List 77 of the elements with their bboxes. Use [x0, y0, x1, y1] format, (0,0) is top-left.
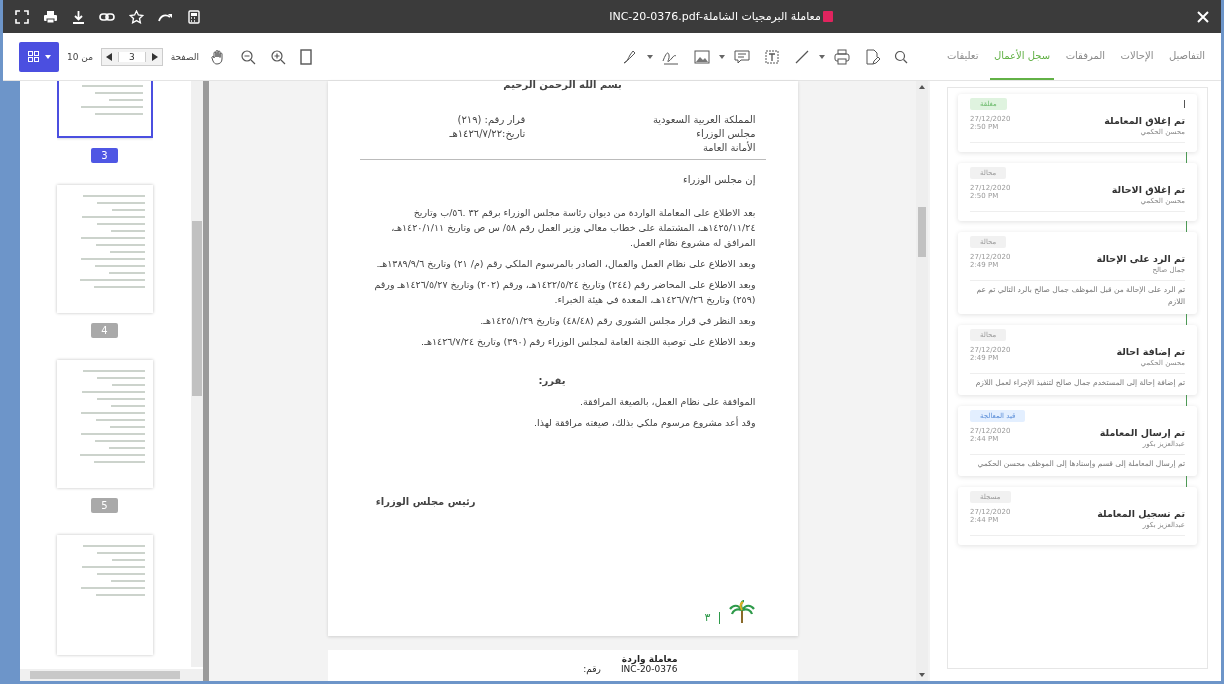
- caret-icon: [44, 54, 51, 59]
- star-icon[interactable]: [129, 9, 144, 24]
- pdf-file-icon: [822, 11, 833, 22]
- scrollbar-thumb[interactable]: [192, 221, 202, 396]
- paragraph: وقد أعد مشروع مرسوم ملكي بذلك، صيغته مرافقة لهذا.: [533, 415, 756, 430]
- text-box-icon[interactable]: [764, 48, 780, 65]
- download-icon[interactable]: [72, 9, 85, 24]
- section-heading: يقرر:: [537, 375, 567, 386]
- fullscreen-icon[interactable]: [15, 9, 29, 24]
- link-icon[interactable]: [99, 10, 115, 23]
- event-title: تم إغلاق الاحالة: [1111, 184, 1185, 195]
- page-thumbnail[interactable]: [56, 535, 153, 655]
- header-line: المملكة العربية السعودية: [652, 114, 756, 125]
- zoom-in-icon[interactable]: [270, 48, 286, 65]
- page-heading: معاملة واردة: [620, 654, 678, 664]
- paragraph: بعد الاطلاع على المعاملة الواردة من ديوان رئاسة مجلس الوزراء برقم ٣٢ .٥٦/ب وتاريخ ١٤٢٥/١١/٢٤هـ، المشتملة على خطاب معالي وزير العمل رقم ٥٨/ س ص وتاريخ ١٤٢٠/١/١١هـ، المرافق له مشروع نظام العمل.: [390, 206, 756, 250]
- paragraph: وبعد الاطلاع على توصية اللجنة العامة لمجلس الوزراء رقم (٣٩٠) وتاريخ ١٤٢٦/٧/٢٤هـ.: [420, 335, 756, 349]
- scrollbar[interactable]: [916, 81, 928, 681]
- paragraph: الموافقة على نظام العمل، بالصيغة المرافقة.: [579, 395, 756, 409]
- header-line: مجلس الوزراء: [695, 128, 756, 139]
- page-thumbnail[interactable]: [56, 185, 153, 313]
- tab[interactable]: التفاصيل: [1164, 33, 1209, 80]
- calculator-icon[interactable]: [188, 9, 200, 24]
- tab[interactable]: المرفقات: [1061, 33, 1110, 80]
- event-title: تم إغلاق المعاملة: [1104, 115, 1185, 126]
- dropdown-caret-icon[interactable]: [647, 54, 653, 59]
- page-icon[interactable]: [300, 48, 312, 65]
- close-icon[interactable]: [1197, 10, 1209, 23]
- edit-document-icon[interactable]: [864, 48, 880, 65]
- event-title: تم الرد على الإحالة: [1096, 253, 1185, 264]
- scrollbar[interactable]: [191, 81, 203, 667]
- thumbnail-view-button[interactable]: [19, 41, 59, 72]
- print-icon[interactable]: [43, 9, 58, 24]
- page-label: الصفحة: [170, 51, 199, 62]
- palm-logo-icon: [727, 600, 756, 624]
- page-number: ٣: [704, 611, 711, 624]
- event-title: تم تسجيل المعاملة: [1097, 508, 1185, 519]
- page-field[interactable]: 3: [101, 47, 163, 66]
- line-icon[interactable]: [794, 48, 810, 65]
- page-thumbnail[interactable]: [56, 360, 153, 488]
- previous-page-icon[interactable]: [106, 52, 112, 61]
- dropdown-caret-icon[interactable]: [819, 54, 825, 59]
- basmala-heading: بسم الله الرحمن الرحيم: [502, 79, 623, 90]
- decision-info: قرار رقم: (٢١٩): [456, 114, 526, 125]
- scrollbar-thumb[interactable]: [30, 671, 180, 679]
- zoom-out-icon[interactable]: [240, 48, 256, 65]
- page-total: من 10: [67, 51, 93, 62]
- next-page-icon[interactable]: [151, 52, 158, 61]
- search-icon[interactable]: [894, 49, 908, 64]
- tab[interactable]: الإحالات: [1116, 33, 1158, 80]
- paragraph: وبعد الاطلاع على المحاضر رقم (٢٤٤) وتاريخ ١٤٢٢/٥/٢٤هـ، ورقم (٢٠٢) وتاريخ ١٤٢٦/٥/٢٧هـ ورقم (٢٥٩) وتاريخ ١٤٢٦/٧/٢٦هـ، المعدة في هيئة الخبراء.: [373, 278, 756, 307]
- scrollbar-thumb[interactable]: [918, 207, 926, 257]
- pen-icon[interactable]: [622, 48, 638, 65]
- scrollbar[interactable]: [20, 669, 203, 681]
- hand-icon[interactable]: [210, 48, 226, 65]
- scroll-up-icon[interactable]: [919, 85, 925, 89]
- document-text: إن مجلس الوزراء: [682, 174, 756, 185]
- thumbnail-page-number[interactable]: 3: [91, 148, 118, 163]
- decision-info: تاريخ:١٤٢٦/٧/٢٢هـ: [449, 128, 526, 139]
- transaction-number: INC-20-0376: [620, 664, 678, 674]
- event-title: تم إضافة احالة: [1116, 346, 1185, 357]
- page-number-input[interactable]: 3: [118, 51, 146, 62]
- thumbnail-page-number[interactable]: 5: [91, 498, 118, 513]
- scroll-down-icon[interactable]: [919, 673, 925, 677]
- window-title: INC-20-0376.pdf-معاملة البرمجيات الشاملة: [609, 10, 821, 23]
- header-line: الأمانة العامة: [701, 142, 756, 153]
- signature-title: رئيس مجلس الوزراء: [374, 496, 477, 507]
- field-label: رقم:: [583, 664, 601, 674]
- paragraph: وبعد النظر في قرار مجلس الشورى رقم (٤٨/٤٨) وتاريخ ١٤٢٥/١/٢٩هـ.: [479, 314, 756, 328]
- tab[interactable]: تعليقات: [943, 33, 983, 80]
- paragraph: وبعد الاطلاع على نظام العمل والعمال، الصادر بالمرسوم الملكي رقم (م/ ٢١) وتاريخ ١٣٨٩/٩/٦هـ.: [375, 257, 756, 271]
- thumbnail-page-number[interactable]: 4: [91, 323, 118, 338]
- grid-icon: [27, 51, 39, 62]
- dropdown-caret-icon[interactable]: [719, 54, 725, 59]
- comment-icon[interactable]: [734, 48, 750, 65]
- event-title: تم إرسال المعاملة: [1099, 427, 1185, 438]
- image-icon[interactable]: [694, 49, 710, 64]
